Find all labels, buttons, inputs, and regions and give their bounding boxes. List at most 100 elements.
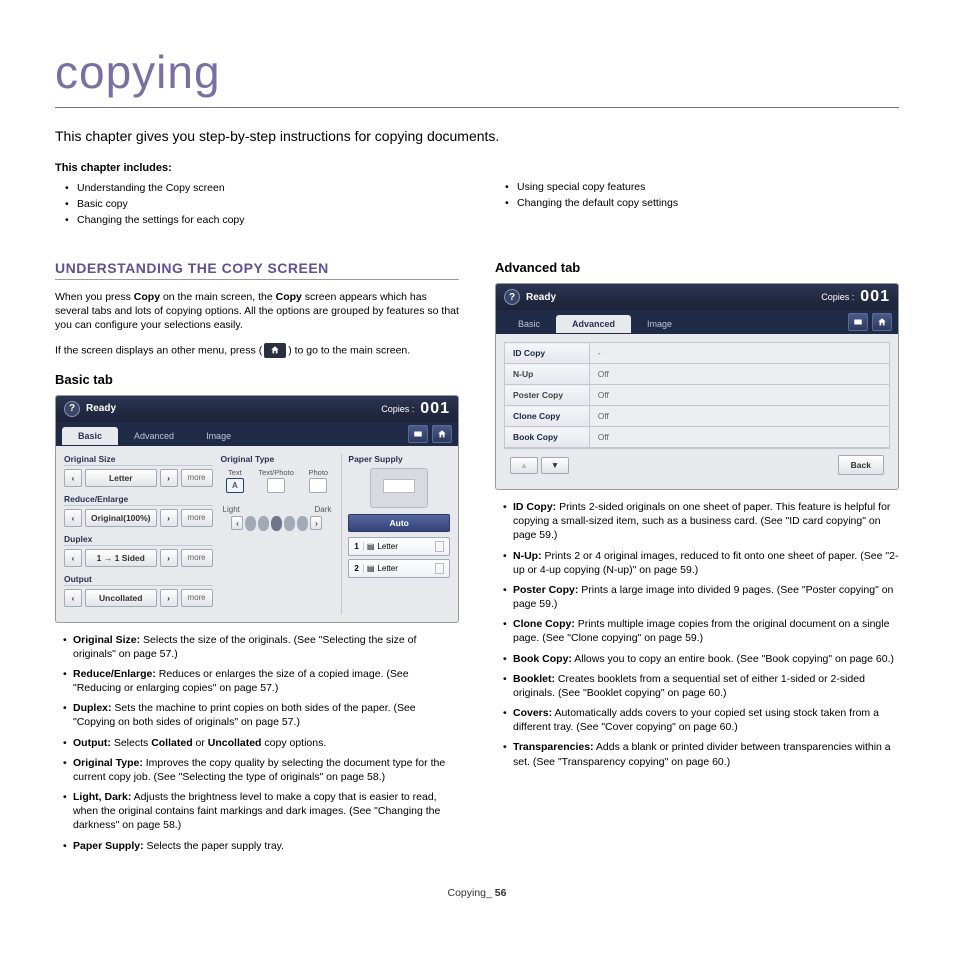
light-dark-row: Light Dark [221,505,334,514]
type-text[interactable]: TextA [226,468,244,493]
next-button[interactable]: › [160,469,178,487]
list-item: Duplex: Sets the machine to print copies… [55,699,459,733]
section-divider [55,279,459,280]
next-button[interactable]: › [160,509,178,527]
item-bold: Transparencies: [513,741,594,753]
home-icon[interactable] [872,313,892,331]
scroll-down-button[interactable]: ▼ [541,457,569,474]
paper-icon: ▤ [367,564,375,573]
help-icon[interactable]: ? [504,289,520,305]
paper-icon: ▤ [367,542,375,551]
orientation-icon [435,541,444,552]
auto-button[interactable]: Auto [348,514,450,532]
table-row[interactable]: ID Copy- [505,343,890,364]
item-text: Allows you to copy an entire book. (See … [572,653,894,665]
copy-screen-header: ? Ready Copies : 001 [496,284,898,310]
home-icon [264,343,286,358]
section-paragraph: When you press Copy on the main screen, … [55,290,459,333]
original-size-value[interactable]: Letter [85,469,157,487]
list-item: Paper Supply: Selects the paper supply t… [55,837,459,857]
list-item: Changing the settings for each copy [55,212,459,228]
tab-image[interactable]: Image [190,427,247,445]
chapter-includes-right: Using special copy features Changing the… [495,179,899,211]
copies-indicator: Copies : 001 [381,400,450,418]
type-textphoto[interactable]: Text/Photo [258,468,293,493]
right-column: Advanced tab ? Ready Copies : 001 Basic … [495,244,899,857]
more-button[interactable]: more [181,469,213,487]
list-item: N-Up: Prints 2 or 4 original images, red… [495,547,899,581]
tray-value: Letter [377,564,397,573]
home-icon[interactable] [432,425,452,443]
tab-advanced[interactable]: Advanced [556,315,631,333]
status-ready: Ready [526,292,556,303]
darker-button[interactable]: › [310,516,322,530]
type-photo[interactable]: Photo [308,468,328,493]
tab-advanced[interactable]: Advanced [118,427,190,445]
back-button[interactable]: Back [838,455,884,475]
page-footer: Copying_ 56 [55,887,899,899]
text: ) to go to the main screen. [288,344,410,356]
next-button[interactable]: › [160,589,178,607]
list-item: Clone Copy: Prints multiple image copies… [495,615,899,649]
duplex-value[interactable]: 1 → 1 Sided [85,549,157,567]
tray-1-button[interactable]: 1 ▤ Letter [348,537,450,556]
item-bold: Paper Supply: [73,840,144,852]
advanced-descriptions: ID Copy: Prints 2-sided originals on one… [495,498,899,773]
machine-setup-icon[interactable] [848,313,868,331]
item-bold: Output: [73,737,111,749]
copies-label: Copies : [381,404,414,414]
left-column: UNDERSTANDING THE COPY SCREEN When you p… [55,244,459,857]
item-bold: Original Size: [73,634,140,646]
intro-text: This chapter gives you step-by-step inst… [55,128,899,144]
text-bold: Copy [134,291,160,303]
title-divider [55,107,899,108]
table-row[interactable]: Book CopyOff [505,427,890,448]
item-text: Prints 2-sided originals on one sheet of… [513,501,890,541]
prev-button[interactable]: ‹ [64,589,82,607]
item-bold: Clone Copy: [513,618,575,630]
next-button[interactable]: › [160,549,178,567]
item-bold: Uncollated [208,737,262,749]
list-item: Poster Copy: Prints a large image into d… [495,581,899,615]
table-row[interactable]: N-UpOff [505,364,890,385]
advanced-tab-heading: Advanced tab [495,260,899,275]
lighter-button[interactable]: ‹ [231,516,243,530]
more-button[interactable]: more [181,549,213,567]
group-original-size: Original Size [64,454,213,466]
darkness-level-icon [297,516,308,531]
help-icon[interactable]: ? [64,401,80,417]
darkness-level-icon [271,516,282,531]
more-button[interactable]: more [181,509,213,527]
list-item: Understanding the Copy screen [55,180,459,196]
copies-value: 001 [420,400,450,418]
footer-label: Copying [448,887,487,899]
copies-indicator: Copies : 001 [821,288,890,306]
tab-image[interactable]: Image [631,315,688,333]
darkness-slider[interactable]: ‹ › [221,516,334,531]
light-label: Light [223,505,240,514]
list-item: Using special copy features [495,179,899,195]
tab-basic[interactable]: Basic [62,427,118,445]
table-row[interactable]: Poster CopyOff [505,385,890,406]
page-title: copying [55,45,899,99]
machine-setup-icon[interactable] [408,425,428,443]
item-bold: Original Type: [73,757,143,769]
prev-button[interactable]: ‹ [64,469,82,487]
scroll-controls: ▲ ▼ [510,457,569,474]
prev-button[interactable]: ‹ [64,549,82,567]
darkness-level-icon [245,516,256,531]
text: on the main screen, the [160,291,276,303]
more-button[interactable]: more [181,589,213,607]
prev-button[interactable]: ‹ [64,509,82,527]
item-bold: Poster Copy: [513,584,578,596]
tab-basic[interactable]: Basic [502,315,556,333]
original-type-row: TextA Text/Photo Photo [221,468,334,493]
copy-screen-header: ? Ready Copies : 001 [56,396,458,422]
scroll-up-button[interactable]: ▲ [510,457,538,474]
tray-2-button[interactable]: 2 ▤ Letter [348,559,450,578]
reduce-enlarge-value[interactable]: Original(100%) [85,509,157,527]
table-row[interactable]: Clone CopyOff [505,406,890,427]
output-value[interactable]: Uncollated [85,589,157,607]
item-text: Prints 2 or 4 original images, reduced t… [513,550,898,576]
orientation-icon [435,563,444,574]
